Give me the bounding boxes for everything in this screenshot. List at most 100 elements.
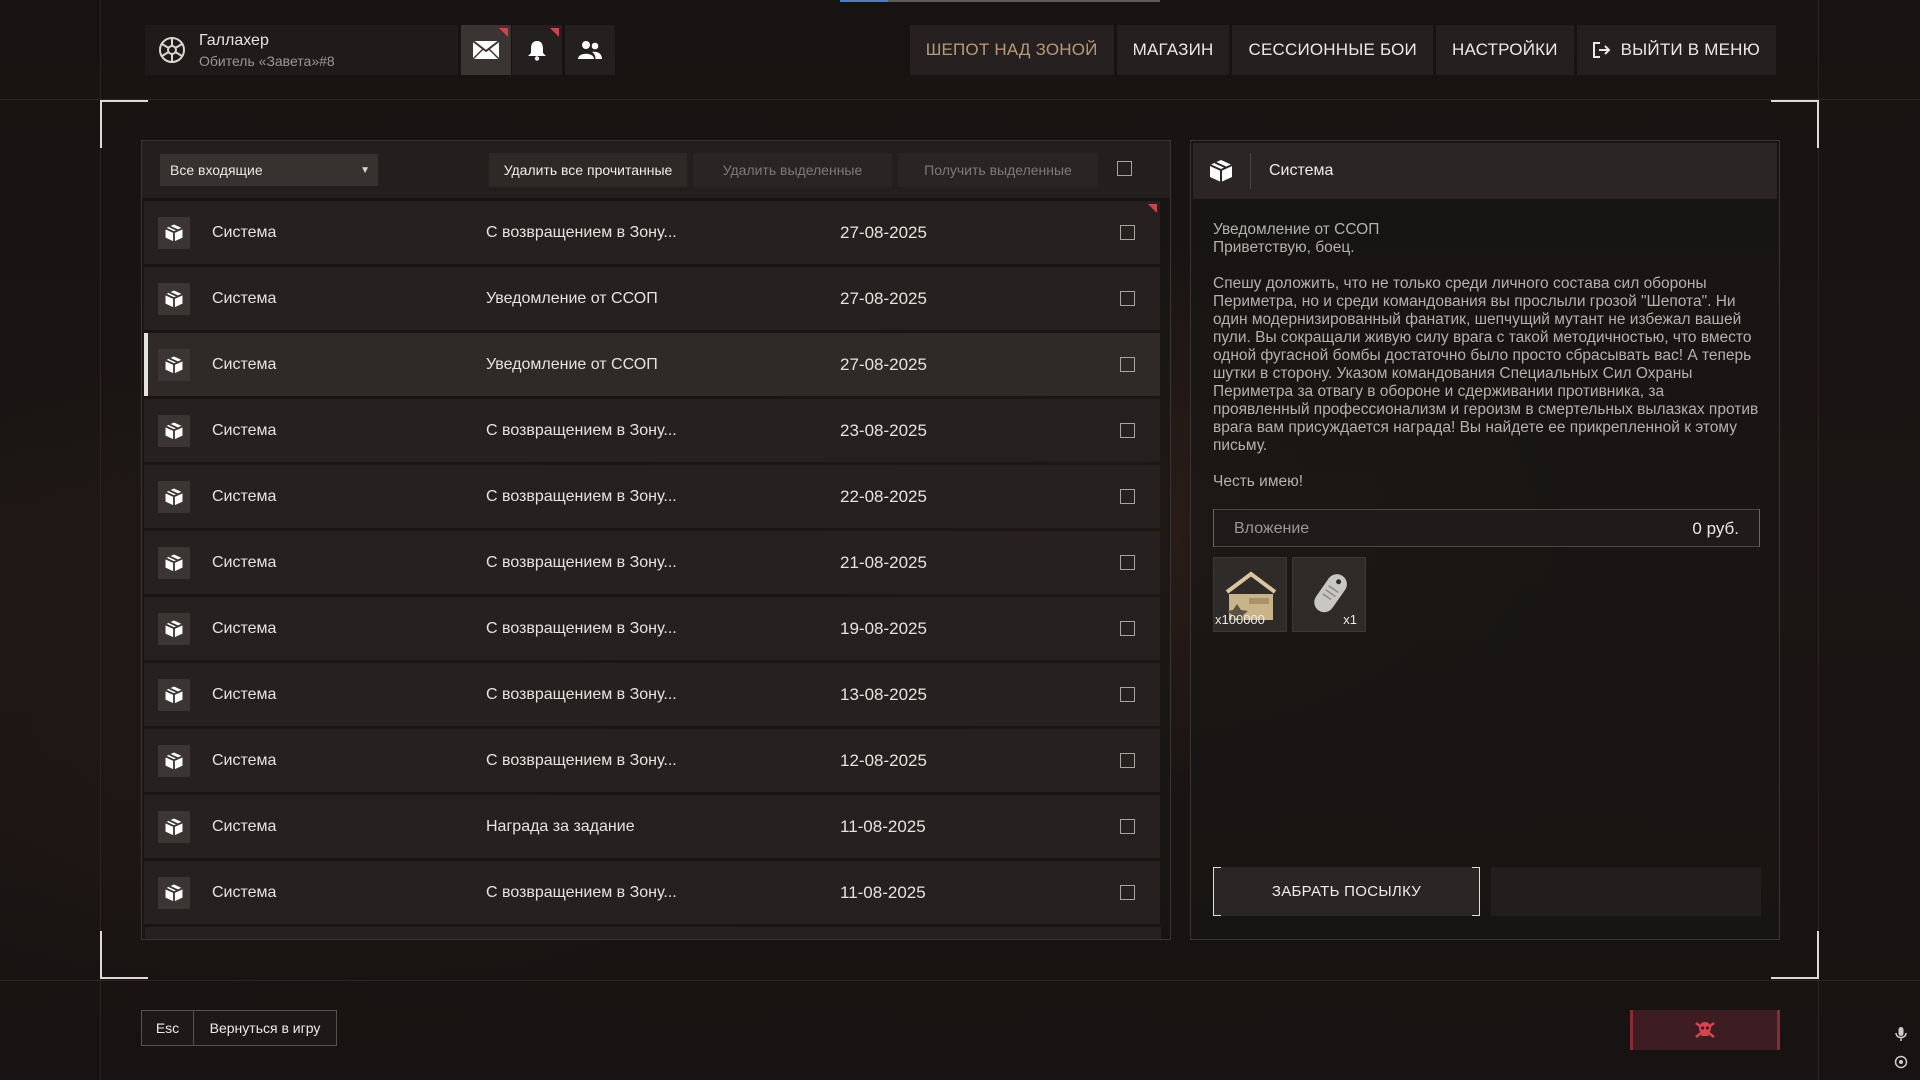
mail-row[interactable]: Система С возвращением в Зону... 19-08-202… — [144, 597, 1160, 660]
attachment-amount: 0 руб. — [1692, 519, 1739, 538]
header-divider — [0, 99, 1920, 100]
notification-marker — [550, 28, 559, 37]
button-bracket-left — [1213, 867, 1221, 916]
button-bracket-right — [1472, 867, 1480, 916]
system-box-icon — [158, 547, 190, 579]
mail-sender: Система — [212, 223, 277, 241]
mail-checkbox[interactable] — [1120, 357, 1135, 372]
mail-checkbox[interactable] — [1120, 621, 1135, 636]
mail-checkbox[interactable] — [1120, 489, 1135, 504]
claim-parcel-button[interactable]: ЗАБРАТЬ ПОСЫЛКУ — [1213, 867, 1480, 916]
top-progress-fill — [840, 0, 888, 2]
microphone-icon[interactable] — [1893, 1026, 1909, 1042]
mail-date: 11-08-2025 — [840, 882, 926, 902]
mail-date: 27-08-2025 — [840, 354, 927, 374]
notifications-button[interactable] — [512, 25, 562, 75]
attachment-item[interactable]: x100000 — [1213, 557, 1287, 632]
message-sign: Честь имею! — [1213, 473, 1304, 490]
nav-shop[interactable]: МАГАЗИН — [1116, 25, 1230, 75]
message-greeting: Приветствую, боец. — [1213, 239, 1355, 256]
mail-row[interactable]: Система С возвращением в Зону... 22-08-202… — [144, 465, 1160, 528]
mail-sender: Система — [212, 355, 277, 373]
mail-row[interactable]: Система Награда за задание 11-08-2025 — [144, 795, 1160, 858]
delete-read-button[interactable]: Удалить все прочитанные — [489, 153, 687, 187]
system-box-icon — [158, 745, 190, 777]
inbox-toolbar: Все входящие ▼ Удалить все прочитанные У… — [142, 141, 1170, 198]
mail-sender: Система — [212, 817, 277, 835]
mail-date: 23-08-2025 — [840, 420, 927, 440]
select-all-checkbox[interactable] — [1117, 161, 1132, 176]
player-profile[interactable]: Галлахер Обитель «Завета»#8 — [145, 25, 458, 75]
mail-row[interactable]: Система С возвращением в Зону... 23-08-202… — [144, 399, 1160, 462]
mail-subject: С возвращением в Зону... — [486, 487, 677, 505]
friends-icon — [578, 41, 602, 59]
nav-exit-to-menu[interactable]: ВЫЙТИ В МЕНЮ — [1576, 25, 1776, 75]
player-name: Галлахер — [199, 31, 269, 49]
player-clan: Обитель «Завета»#8 — [199, 52, 335, 69]
footer-divider — [0, 980, 1920, 981]
mail-icon — [472, 40, 500, 60]
mail-checkbox[interactable] — [1120, 885, 1135, 900]
inbox-filter-select[interactable]: Все входящие ▼ — [160, 154, 378, 186]
back-to-game-button[interactable]: Вернуться в игру — [194, 1010, 337, 1046]
main-nav: ШЕПОТ НАД ЗОНОЙ МАГАЗИН СЕССИОННЫЕ БОИ Н… — [909, 25, 1776, 75]
top-progress-bar — [840, 0, 1160, 2]
mail-date: 22-08-2025 — [840, 486, 927, 506]
mail-sender: Система — [212, 421, 277, 439]
mail-sender: Система — [212, 487, 277, 505]
death-skull-button[interactable] — [1630, 1010, 1780, 1050]
system-box-icon — [158, 415, 190, 447]
mail-sender: Система — [212, 619, 277, 637]
mail-notification-marker — [499, 28, 508, 37]
delete-selected-button[interactable]: Удалить выделенные — [693, 153, 892, 187]
clan-logo-icon — [145, 25, 199, 75]
mail-row[interactable]: Система С возвращением в Зону... 13-08-202… — [144, 663, 1160, 726]
system-box-icon — [158, 217, 190, 249]
claim-parcel-label: ЗАБРАТЬ ПОСЫЛКУ — [1271, 883, 1422, 900]
receive-selected-button[interactable]: Получить выделенные — [898, 153, 1098, 187]
claim-area-filler — [1491, 867, 1761, 916]
frame-line-right — [1818, 0, 1819, 1080]
mail-checkbox[interactable] — [1120, 753, 1135, 768]
header-separator — [1250, 153, 1251, 189]
message-panel: Система Уведомление от ССОП Приветствую,… — [1190, 140, 1780, 940]
mail-sender: Система — [212, 685, 277, 703]
mail-checkbox[interactable] — [1120, 225, 1135, 240]
mail-checkbox[interactable] — [1120, 687, 1135, 702]
mail-date: 27-08-2025 — [840, 288, 927, 308]
attachment-bar: Вложение 0 руб. — [1213, 509, 1760, 547]
mail-checkbox[interactable] — [1120, 555, 1135, 570]
voice-target-icon[interactable] — [1893, 1054, 1909, 1070]
mail-date: 13-08-2025 — [840, 684, 927, 704]
mail-sender: Система — [212, 289, 277, 307]
nav-settings[interactable]: НАСТРОЙКИ — [1435, 25, 1574, 75]
system-box-icon — [158, 613, 190, 645]
mail-row[interactable]: Система С возвращением в Зону... 11-08-202… — [144, 861, 1160, 924]
nav-session-battles[interactable]: СЕССИОННЫЕ БОИ — [1232, 25, 1433, 75]
message-title-line: Уведомление от ССОП — [1213, 221, 1380, 238]
mail-row[interactable]: Система С возвращением в Зону... 21-08-202… — [144, 531, 1160, 594]
mail-row[interactable]: Система Уведомление от ССОП 27-08-2025 — [144, 267, 1160, 330]
mail-row[interactable]: Система С возвращением в Зону... 27-08-202… — [144, 201, 1160, 264]
mail-row[interactable]: Система С возвращением в Зону... 12-08-202… — [144, 729, 1160, 792]
mail-subject: Уведомление от ССОП — [486, 289, 658, 307]
mail-subject: Награда за задание — [486, 817, 635, 835]
mail-subject: С возвращением в Зону... — [486, 685, 677, 703]
mail-button[interactable] — [461, 25, 511, 75]
mail-checkbox[interactable] — [1120, 423, 1135, 438]
attachment-item[interactable]: x1 — [1292, 557, 1366, 632]
system-box-icon — [1205, 155, 1237, 187]
frame-line-left — [100, 0, 101, 1080]
friends-button[interactable] — [565, 25, 615, 75]
nav-whisper[interactable]: ШЕПОТ НАД ЗОНОЙ — [909, 25, 1114, 75]
mail-checkbox[interactable] — [1120, 819, 1135, 834]
message-text: Спешу доложить, что не только среди личн… — [1213, 275, 1759, 454]
unread-marker — [1148, 204, 1157, 213]
mail-date: 11-08-2025 — [840, 816, 926, 836]
mail-sender: Система — [212, 553, 277, 571]
mail-row[interactable]: Система Уведомление от ССОП 27-08-2025 — [144, 333, 1160, 396]
message-sender: Система — [1269, 162, 1334, 179]
esc-key-hint[interactable]: Esc — [141, 1010, 194, 1046]
mail-checkbox[interactable] — [1120, 291, 1135, 306]
mail-subject: С возвращением в Зону... — [486, 421, 677, 439]
